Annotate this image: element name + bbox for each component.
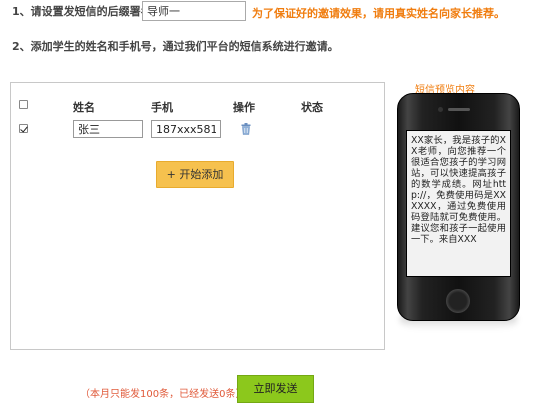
sms-preview-text: XX家长，我是孩子的XX老师，向您推荐一个很适合您孩子的学习网站，可以快速提高孩… — [411, 135, 506, 245]
speaker-icon — [448, 108, 470, 111]
camera-icon — [438, 107, 443, 112]
trash-icon[interactable] — [241, 123, 251, 135]
step1-row: 1、请设置发短信的后缀署名： — [12, 4, 163, 20]
suffix-hint: 为了保证好的邀请效果，请用真实姓名向家长推荐。 — [252, 7, 505, 20]
home-button-icon — [446, 289, 470, 313]
step2-label: 2、添加学生的姓名和手机号，通过我们平台的短信系统进行邀请。 — [12, 40, 339, 53]
header-action: 操作 — [233, 101, 255, 114]
suffix-label: 1、请设置发短信的后缀署名： — [12, 5, 163, 18]
add-student-button[interactable]: + 开始添加 — [156, 161, 234, 188]
header-name: 姓名 — [73, 101, 95, 114]
student-panel: 姓名 手机 操作 状态 + 开始添加 — [10, 82, 385, 350]
student-name-input[interactable] — [73, 120, 143, 138]
send-now-button[interactable]: 立即发送 — [237, 375, 314, 403]
phone-screen: XX家长，我是孩子的XX老师，向您推荐一个很适合您孩子的学习网站，可以快速提高孩… — [406, 130, 511, 277]
header-status: 状态 — [301, 101, 323, 114]
row-checkbox[interactable] — [19, 124, 28, 133]
quota-text: （本月只能发100条，已经发送0条） — [80, 389, 246, 400]
student-phone-input[interactable] — [151, 120, 221, 138]
header-phone: 手机 — [151, 101, 173, 114]
suffix-input[interactable] — [142, 1, 246, 21]
select-all-checkbox[interactable] — [19, 100, 28, 109]
phone-mockup: XX家长，我是孩子的XX老师，向您推荐一个很适合您孩子的学习网站，可以快速提高孩… — [397, 93, 520, 321]
